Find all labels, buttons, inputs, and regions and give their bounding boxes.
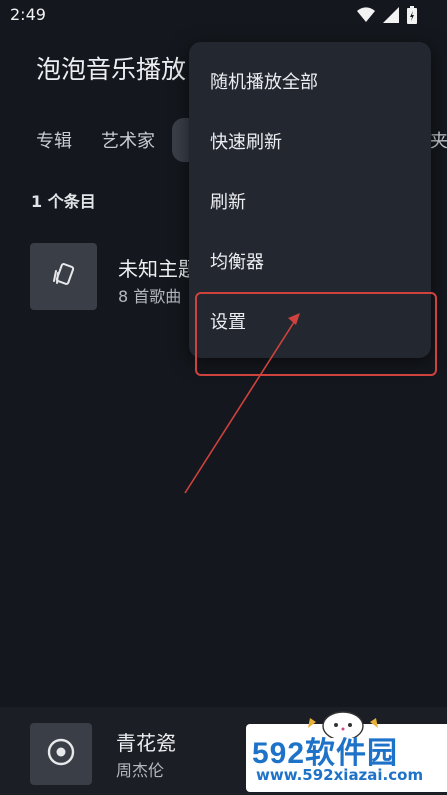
menu-item-label: 快速刷新 [210,132,282,153]
mini-player-art [30,723,92,785]
mini-player-title: 青花瓷 [116,731,176,755]
watermark-url: www.592xiazai.com [256,766,424,784]
menu-item-label: 均衡器 [210,252,264,273]
menu-item-equalizer[interactable]: 均衡器 [189,230,431,290]
disc-icon [47,738,75,770]
status-bar: 2:49 [0,0,447,30]
annotation-highlight-box [195,292,437,376]
page-title: 泡泡音乐播放 [36,55,187,84]
tab-albums[interactable]: 专辑 [36,127,72,153]
list-item-title: 未知主题 [118,257,198,281]
menu-item-label: 随机播放全部 [210,72,318,93]
menu-item-refresh[interactable]: 刷新 [189,170,431,230]
signal-icon [383,7,399,23]
list-item-subtitle: 8 首歌曲 [118,287,182,306]
menu-item-label: 刷新 [210,192,246,213]
status-icons [357,6,417,24]
battery-icon [407,6,417,24]
status-time: 2:49 [10,5,46,24]
watermark: 592软件园 www.592xiazai.com [246,711,447,795]
menu-item-shuffle-all[interactable]: 随机播放全部 [189,50,431,110]
tab-folders[interactable]: 夹 [430,127,447,153]
genre-art [30,243,97,310]
wifi-icon [357,7,375,23]
item-count: 1 个条目 [31,192,96,211]
mini-player-artist: 周杰伦 [116,761,165,780]
music-card-icon [50,261,78,293]
menu-item-quick-refresh[interactable]: 快速刷新 [189,110,431,170]
tab-artists[interactable]: 艺术家 [101,127,155,153]
